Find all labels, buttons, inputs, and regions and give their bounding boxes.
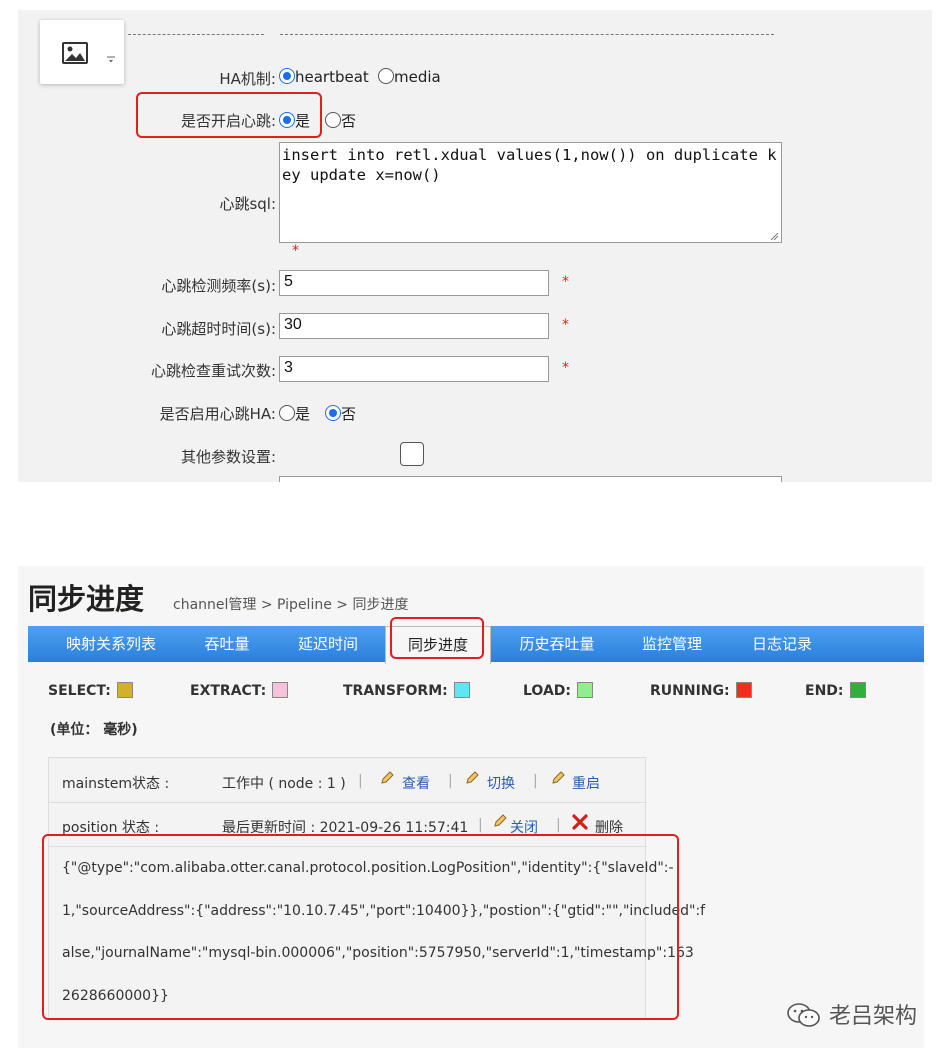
ha-mechanism-label: HA机制: <box>219 70 276 88</box>
tab-history-throughput[interactable]: 历史吞吐量 <box>506 626 608 662</box>
legend-label: END: <box>805 683 844 699</box>
tab-mapping-list[interactable]: 映射关系列表 <box>50 626 172 662</box>
radio-label: 否 <box>341 405 357 423</box>
radio-label: media <box>394 68 441 86</box>
legend-transform: TRANSFORM: <box>343 682 470 699</box>
enable-heartbeat-ha-label: 是否启用心跳HA: <box>159 405 276 423</box>
legend-load: LOAD: <box>523 682 594 699</box>
radio-label: heartbeat <box>295 68 369 86</box>
pencil-icon[interactable] <box>550 770 566 786</box>
ha-settings-panel <box>18 10 932 482</box>
heartbeat-interval-label: 心跳检测频率(s): <box>161 277 276 295</box>
highlight-box <box>42 834 679 1020</box>
required-mark: * <box>562 317 569 333</box>
divider <box>128 34 264 35</box>
image-widget[interactable] <box>40 20 124 84</box>
radio-media[interactable]: media <box>378 68 441 86</box>
required-mark: * <box>292 243 299 259</box>
restart-link[interactable]: 重启 <box>572 773 600 793</box>
separator: | <box>556 817 561 833</box>
pencil-icon[interactable] <box>492 813 508 829</box>
radio-button-selected[interactable] <box>279 68 295 84</box>
view-link[interactable]: 查看 <box>402 773 430 793</box>
legend-label: RUNNING: <box>650 683 730 699</box>
legend-swatch <box>116 682 133 698</box>
divider <box>280 34 774 35</box>
radio-button[interactable] <box>325 112 341 128</box>
watermark-text: 老吕架构 <box>829 1004 918 1029</box>
radio-button-selected[interactable] <box>325 405 341 421</box>
legend-extract: EXTRACT: <box>190 682 289 699</box>
pencil-icon[interactable] <box>379 770 395 786</box>
heartbeat-sql-textarea[interactable]: insert into retl.xdual values(1,now()) o… <box>279 142 782 243</box>
heartbeat-sql-label: 心跳sql: <box>219 195 276 213</box>
mainstem-status: 工作中 ( node : 1 ) <box>222 776 346 792</box>
heartbeat-timeout-input[interactable]: 30 <box>279 313 549 339</box>
pencil-icon[interactable] <box>464 770 480 786</box>
radio-label: 否 <box>341 112 357 130</box>
highlight-box <box>390 617 484 659</box>
heartbeat-timeout-label: 心跳超时时间(s): <box>161 320 276 338</box>
legend-running: RUNNING: <box>650 682 752 699</box>
breadcrumb[interactable]: channel管理 > Pipeline > 同步进度 <box>173 594 408 614</box>
separator: | <box>448 773 453 789</box>
radio-button[interactable] <box>279 405 295 421</box>
legend-label: SELECT: <box>48 683 111 699</box>
resize-handle-icon[interactable] <box>769 231 779 241</box>
legend-swatch <box>577 682 594 698</box>
unit-note: (单位： 毫秒) <box>50 722 138 738</box>
page-title: 同步进度 <box>28 582 145 616</box>
radio-heartbeat-ha-yes[interactable]: 是 <box>279 403 310 424</box>
tab-logs[interactable]: 日志记录 <box>740 626 824 662</box>
separator: | <box>533 773 538 789</box>
other-params-label: 其他参数设置: <box>180 448 276 466</box>
radio-heartbeat[interactable]: heartbeat <box>279 68 369 86</box>
watermark: 老吕架构 <box>786 998 917 1030</box>
legend-swatch <box>272 682 289 698</box>
radio-button[interactable] <box>378 68 394 84</box>
chevron-down-icon[interactable] <box>106 56 116 64</box>
legend-select: SELECT: <box>48 682 133 699</box>
other-params-checkbox[interactable] <box>400 442 424 466</box>
switch-link[interactable]: 切换 <box>487 773 515 793</box>
x-icon[interactable] <box>572 814 588 830</box>
separator: | <box>478 817 483 833</box>
heartbeat-retry-label: 心跳检查重试次数: <box>150 362 276 380</box>
wechat-icon <box>787 1003 820 1027</box>
required-mark: * <box>562 274 569 290</box>
legend-end: END: <box>805 682 866 699</box>
legend-swatch <box>849 682 866 698</box>
radio-heartbeat-no[interactable]: 否 <box>325 110 356 131</box>
separator: | <box>358 773 363 789</box>
legend-label: EXTRACT: <box>190 683 267 699</box>
tab-delay[interactable]: 延迟时间 <box>284 626 372 662</box>
image-icon <box>62 42 88 64</box>
mainstem-label: mainstem状态 : <box>62 776 170 792</box>
legend-swatch <box>735 682 752 698</box>
tab-monitor[interactable]: 监控管理 <box>628 626 716 662</box>
highlight-box <box>136 92 322 138</box>
radio-heartbeat-ha-no[interactable]: 否 <box>325 403 356 424</box>
divider <box>49 802 647 803</box>
heartbeat-retry-input[interactable]: 3 <box>279 356 549 382</box>
legend-swatch <box>453 682 470 698</box>
tab-throughput[interactable]: 吞吐量 <box>188 626 266 662</box>
required-mark: * <box>562 360 569 376</box>
legend-label: LOAD: <box>523 683 572 699</box>
heartbeat-interval-input[interactable]: 5 <box>279 270 549 296</box>
radio-label: 是 <box>295 405 311 423</box>
legend-label: TRANSFORM: <box>343 683 448 699</box>
other-params-textarea[interactable] <box>279 476 782 482</box>
